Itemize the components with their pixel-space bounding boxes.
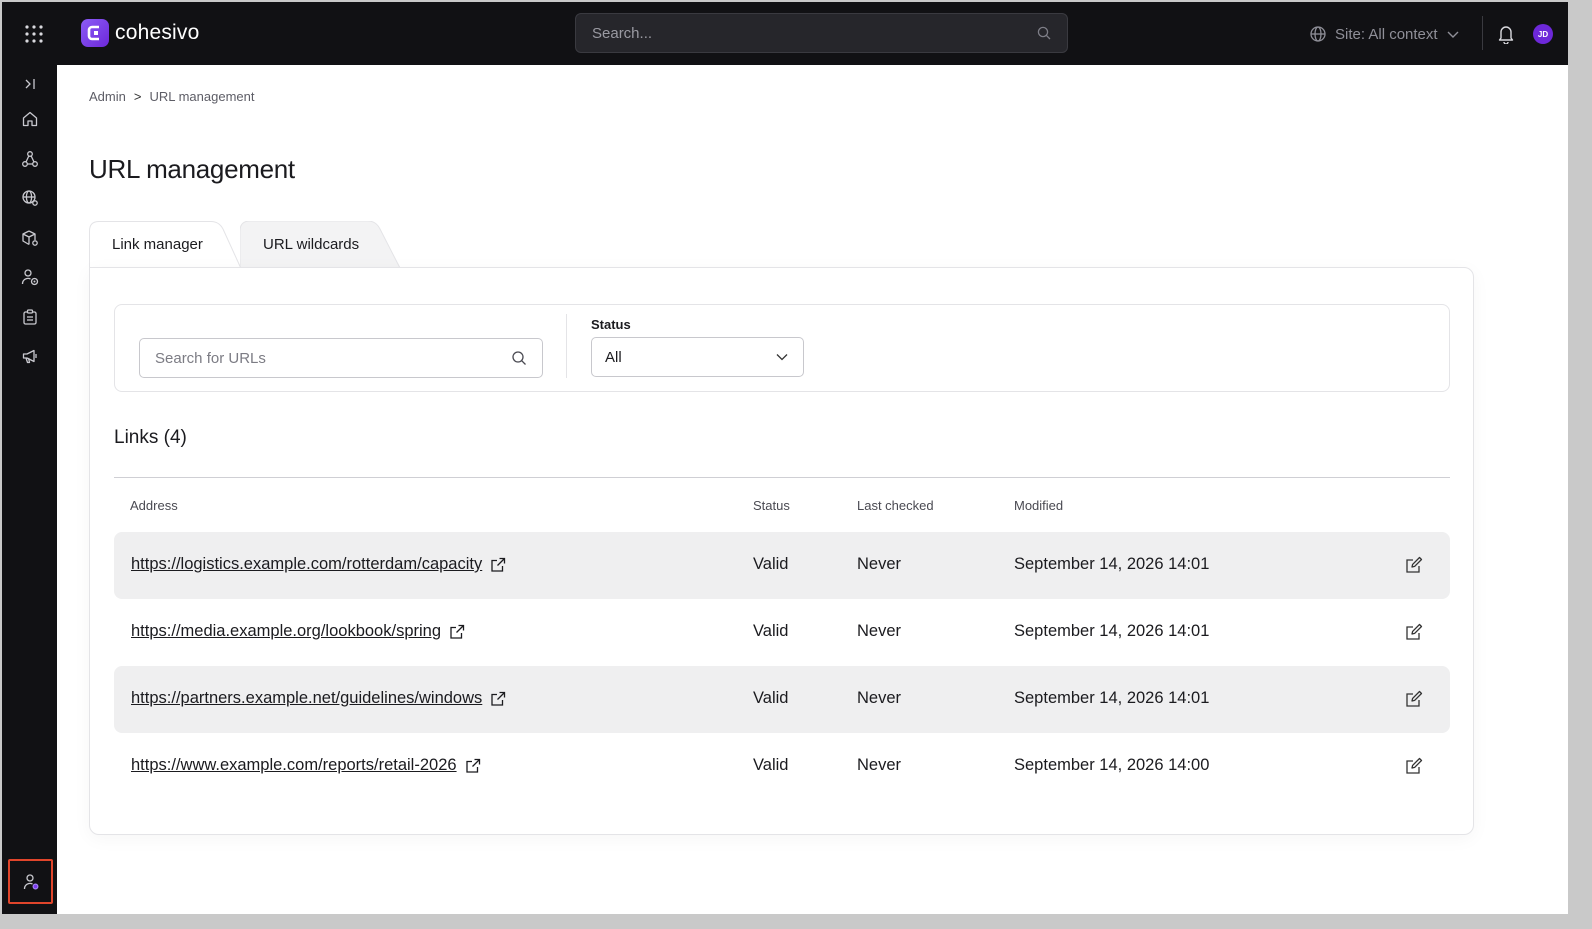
status-filter-select[interactable]: All [591,337,804,377]
table-row: https://www.example.com/reports/retail-2… [114,733,1450,800]
brand-name: cohesivo [115,21,200,44]
edit-icon[interactable] [1404,555,1424,575]
row-last-checked: Never [857,756,902,774]
sidebar-item-home[interactable] [16,105,44,133]
url-link[interactable]: https://www.example.com/reports/retail-2… [131,756,481,775]
sidebar [2,65,57,914]
filter-bar: Status All [114,304,1450,392]
column-header-modified[interactable]: Modified [1014,498,1063,513]
topbar-divider [1482,16,1483,50]
row-modified: September 14, 2026 14:00 [1014,756,1210,774]
megaphone-icon [22,349,37,364]
home-icon [22,111,38,127]
row-status: Valid [753,689,789,707]
external-link-icon [465,758,480,773]
site-context-label: Site: All context [1335,25,1438,43]
logo-mark-icon [81,19,109,47]
top-bar: cohesivo Site: All context J [2,2,1568,65]
app-grid-icon[interactable] [24,24,44,44]
app-window: cohesivo Site: All context J [2,2,1568,914]
status-filter-value: All [605,348,622,366]
expand-sidebar-icon [25,79,35,89]
url-address: https://www.example.com/reports/retail-2… [131,756,457,774]
tab-link-manager[interactable]: Link manager [89,221,241,269]
url-link[interactable]: https://partners.example.net/guidelines/… [131,689,506,708]
page-title: URL management [89,154,295,184]
site-context-selector[interactable]: Site: All context [1309,22,1460,46]
brand-logo[interactable]: cohesivo [81,19,199,47]
breadcrumb-separator: > [133,89,142,104]
user-settings-icon [23,873,38,889]
notifications-bell-icon[interactable] [1497,24,1515,44]
column-header-last-checked[interactable]: Last checked [857,498,934,513]
links-heading: Links (4) [114,427,187,448]
breadcrumb-current: URL management [149,89,255,104]
sidebar-item-campaigns[interactable] [16,342,44,370]
filter-divider [566,314,567,378]
url-search-input[interactable] [155,349,511,367]
search-icon [1037,26,1051,40]
url-link[interactable]: https://logistics.example.com/rotterdam/… [131,555,506,574]
row-last-checked: Never [857,622,902,640]
sidebar-item-audiences[interactable] [16,263,44,291]
row-last-checked: Never [857,555,902,573]
global-search-input[interactable] [592,24,1037,42]
row-status: Valid [753,622,789,640]
breadcrumb: Admin > URL management [89,89,254,104]
url-search-field[interactable] [139,338,543,378]
status-filter-label: Status [591,317,631,332]
external-link-icon [450,624,465,639]
link-manager-panel: Status All Links (4) Address Status Last… [89,267,1474,835]
sidebar-expand-button[interactable] [16,70,44,98]
table-row: https://media.example.org/lookbook/sprin… [114,599,1450,666]
external-link-icon [491,691,506,706]
package-settings-icon [22,230,38,246]
row-last-checked: Never [857,689,902,707]
globe-settings-icon [22,190,38,206]
sidebar-item-tasks[interactable] [16,303,44,331]
column-header-status[interactable]: Status [753,498,790,513]
search-icon [512,351,526,365]
row-modified: September 14, 2026 14:01 [1014,689,1210,707]
chevron-down-icon [1447,31,1459,38]
edit-icon[interactable] [1404,689,1424,709]
row-modified: September 14, 2026 14:01 [1014,622,1210,640]
clipboard-icon [23,309,37,325]
edit-icon[interactable] [1404,756,1424,776]
column-header-address[interactable]: Address [130,498,178,513]
tab-label: Link manager [112,236,203,253]
sidebar-item-sites[interactable] [16,184,44,212]
user-avatar[interactable]: JD [1533,24,1553,44]
tab-url-wildcards[interactable]: URL wildcards [240,221,400,268]
tab-label: URL wildcards [263,236,360,253]
breadcrumb-admin-link[interactable]: Admin [89,89,126,104]
row-modified: September 14, 2026 14:01 [1014,555,1210,573]
url-link[interactable]: https://media.example.org/lookbook/sprin… [131,622,465,641]
globe-icon [1310,26,1326,42]
chevron-down-icon [776,354,788,361]
url-address: https://logistics.example.com/rotterdam/… [131,555,483,573]
url-address: https://partners.example.net/guidelines/… [131,689,483,707]
table-divider [114,477,1450,478]
user-target-icon [21,269,39,286]
url-address: https://media.example.org/lookbook/sprin… [131,622,442,640]
row-status: Valid [753,756,789,774]
sidebar-item-admin[interactable] [8,859,53,904]
table-row: https://logistics.example.com/rotterdam/… [114,532,1450,599]
global-search[interactable] [575,13,1068,53]
sidebar-item-structure[interactable] [16,145,44,173]
table-row: https://partners.example.net/guidelines/… [114,666,1450,733]
external-link-icon [491,557,506,572]
edit-icon[interactable] [1404,622,1424,642]
sidebar-item-packages[interactable] [16,224,44,252]
structure-icon [22,151,38,167]
row-status: Valid [753,555,789,573]
